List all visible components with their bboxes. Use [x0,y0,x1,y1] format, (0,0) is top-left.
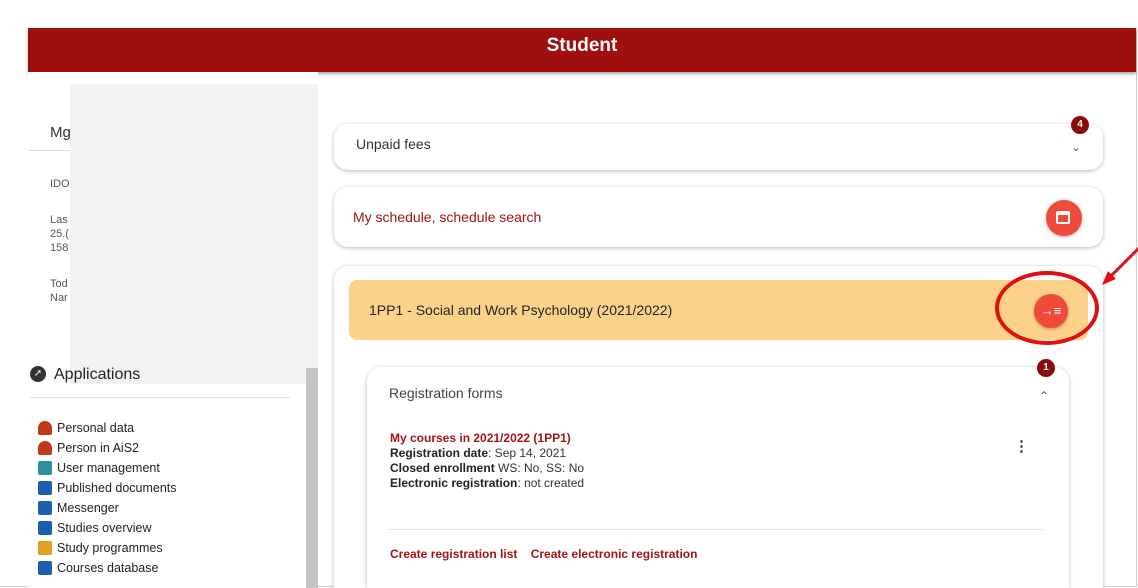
info-line: Las [50,214,68,226]
divider [389,529,1045,530]
info-line: Tod [50,278,68,290]
app-item-person-in-ais2[interactable]: Person in AiS2 [38,438,177,458]
divider [30,397,290,398]
user-initials: Mg [50,124,71,141]
registration-entry: My courses in 2021/2022 (1PP1) Registrat… [390,431,584,491]
info-line: Nar [50,292,68,304]
closed-label: Closed enrollment [390,461,495,475]
course-title: 1PP1 - Social and Work Psychology (2021/… [369,302,673,318]
sidebar-scrollbar[interactable] [306,368,318,588]
app-item-user-management[interactable]: User management [38,458,177,478]
chevron-down-icon[interactable]: ⌄ [1071,140,1081,154]
app-item-study-programmes[interactable]: Study programmes [38,538,177,558]
app-item-personal-data[interactable]: Personal data [38,418,177,438]
person-icon [38,441,52,455]
registration-entry-link[interactable]: My courses in 2021/2022 (1PP1) [390,431,571,445]
app-label: Messenger [57,501,119,515]
applications-heading: Applications [54,366,141,383]
list-icon [38,521,52,535]
create-registration-list-link[interactable]: Create registration list [390,547,517,561]
registration-actions: Create registration list Create electron… [390,547,707,561]
registration-badge: 1 [1037,359,1055,377]
app-item-studies-overview[interactable]: Studies overview [38,518,177,538]
top-band [0,0,1138,28]
applications-list: Personal data Person in AiS2 User manage… [38,418,177,578]
app-label: Courses database [57,561,159,575]
app-label: Person in AiS2 [57,441,139,455]
electronic-value: : not created [517,476,585,490]
registration-forms-title: Registration forms [389,385,503,401]
app-label: Study programmes [57,541,163,555]
overlay-panel [70,84,318,384]
more-options-icon[interactable]: ⋮ [1014,437,1029,455]
app-item-published-documents[interactable]: Published documents [38,478,177,498]
create-electronic-registration-link[interactable]: Create electronic registration [531,547,698,561]
app-label: Published documents [57,481,177,495]
annotation-arrow [1102,246,1138,285]
app-label: Studies overview [57,521,152,535]
page-header: Student [28,28,1136,72]
app-label: Personal data [57,421,135,435]
highlight-ellipse [995,271,1099,345]
chevron-up-icon[interactable]: ⌃ [1039,389,1049,403]
info-line: 25.( [50,228,69,240]
compass-icon: ➚ [30,366,46,382]
calendar-icon[interactable] [1046,200,1082,236]
unpaid-fees-label: Unpaid fees [356,136,431,152]
folder-icon [38,561,52,575]
page-title: Student [546,35,618,56]
unpaid-fees-card[interactable]: Unpaid fees ⌄ [334,124,1103,170]
closed-value: WS: No, SS: No [494,461,585,475]
document-icon [38,481,52,495]
unpaid-fees-badge: 4 [1071,116,1089,134]
chat-icon [38,501,52,515]
course-header[interactable]: 1PP1 - Social and Work Psychology (2021/… [349,280,1088,340]
date-value: : Sep 14, 2021 [488,446,567,460]
schedule-link[interactable]: My schedule, schedule search [353,209,541,225]
app-item-courses-database[interactable]: Courses database [38,558,177,578]
list-icon [38,541,52,555]
app-label: User management [57,461,160,475]
schedule-card[interactable]: My schedule, schedule search [334,187,1103,247]
divider [28,150,70,151]
registration-forms-card: Registration forms ⌃ My courses in 2021/… [367,367,1069,588]
info-line: IDO [50,178,70,190]
org-chart-icon [38,461,52,475]
date-label: Registration date [390,446,489,460]
app-item-messenger[interactable]: Messenger [38,498,177,518]
info-line: 158 [50,242,69,254]
electronic-label: Electronic registration [390,476,518,490]
person-icon [38,421,52,435]
